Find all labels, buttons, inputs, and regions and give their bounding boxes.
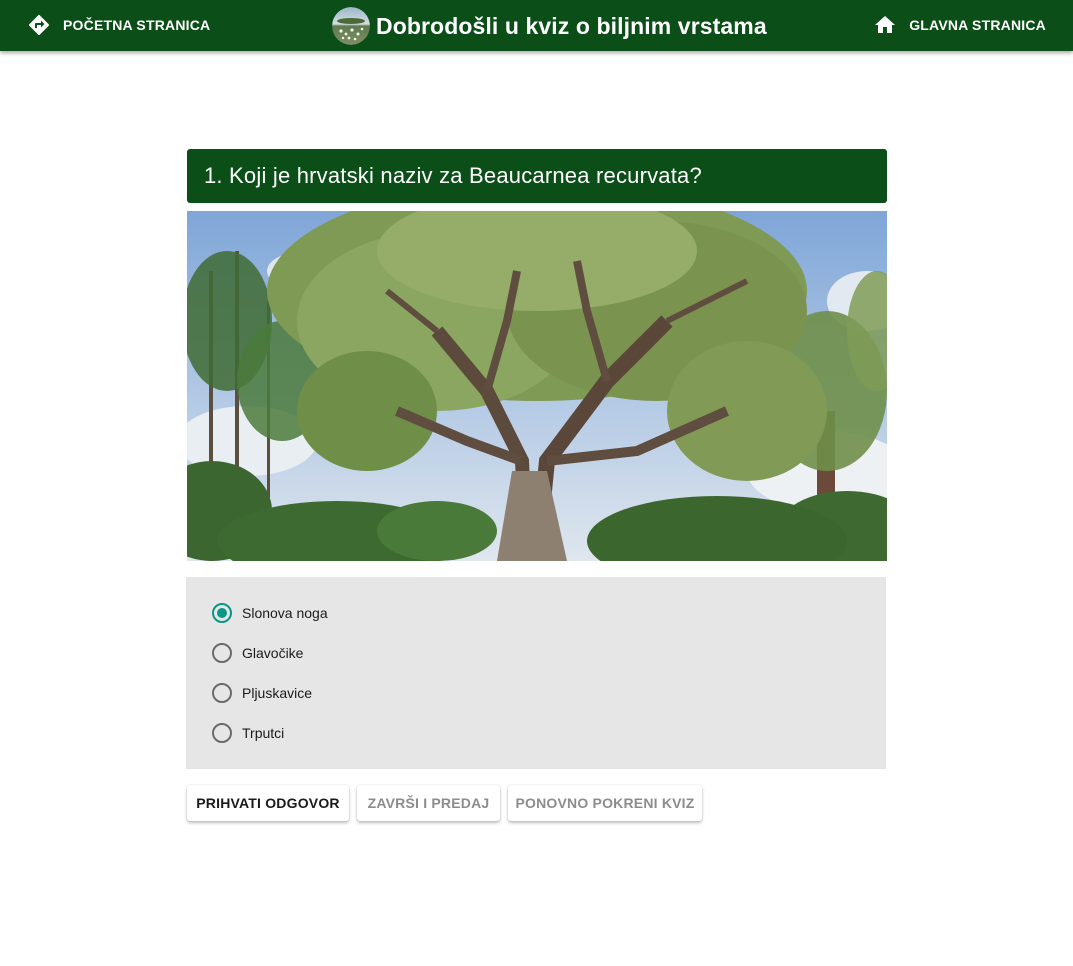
plant-photo <box>187 211 887 561</box>
top-toolbar: POČETNA STRANICA Dobrodošli u kviz o bil… <box>0 0 1073 51</box>
radio-button-selected[interactable] <box>212 603 232 623</box>
accept-answer-button[interactable]: PRIHVATI ODGOVOR <box>187 785 349 821</box>
option-label: Slonova noga <box>242 605 328 621</box>
finish-submit-button[interactable]: ZAVRŠI I PREDAJ <box>357 785 500 821</box>
quiz-logo <box>332 7 370 45</box>
radio-button[interactable] <box>212 683 232 703</box>
brand: Dobrodošli u kviz o biljnim vrstama <box>332 6 767 46</box>
home-page-link[interactable]: POČETNA STRANICA <box>27 6 210 44</box>
option-pljuskavice[interactable]: Pljuskavice <box>212 682 312 704</box>
option-label: Glavočike <box>242 645 304 661</box>
home-icon <box>873 13 897 37</box>
main-page-link-label: GLAVNA STRANICA <box>909 17 1046 33</box>
option-label: Pljuskavice <box>242 685 313 701</box>
answer-options: Slonova noga Glavočike Pljuskavice Trput… <box>186 577 886 769</box>
radio-button[interactable] <box>212 723 232 743</box>
option-slonova-noga[interactable]: Slonova noga <box>212 602 328 624</box>
main-page-link[interactable]: GLAVNA STRANICA <box>873 6 1046 44</box>
home-page-link-label: POČETNA STRANICA <box>63 17 211 33</box>
radio-button[interactable] <box>212 643 232 663</box>
question-title: 1. Koji je hrvatski naziv za Beaucarnea … <box>187 149 887 203</box>
option-label: Trputci <box>242 725 285 741</box>
restart-quiz-button[interactable]: PONOVNO POKRENI KVIZ <box>508 785 702 821</box>
directions-icon <box>27 13 51 37</box>
app-title: Dobrodošli u kviz o biljnim vrstama <box>376 12 767 39</box>
option-trputci[interactable]: Trputci <box>212 722 284 744</box>
option-glavocike[interactable]: Glavočike <box>212 642 303 664</box>
question-text: 1. Koji je hrvatski naziv za Beaucarnea … <box>204 163 702 188</box>
